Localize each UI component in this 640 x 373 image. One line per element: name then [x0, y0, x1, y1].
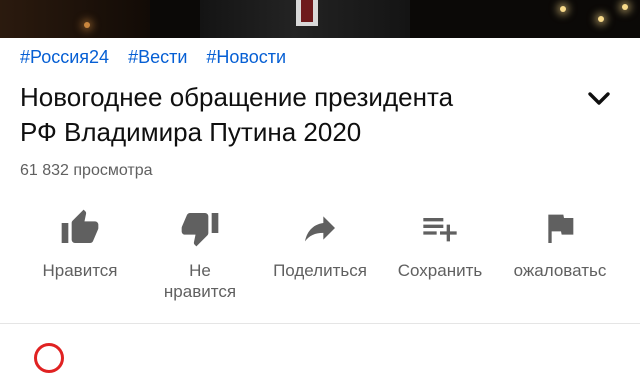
dislike-label-line: нравится: [163, 282, 237, 301]
video-bokeh-light: [598, 16, 604, 22]
dislike-label-line: Не: [189, 261, 211, 280]
video-title[interactable]: Новогоднее обращение президента РФ Влади…: [20, 80, 570, 150]
dislike-label: Не нравится: [150, 260, 250, 302]
report-button[interactable]: ожаловатьс: [502, 208, 618, 304]
like-label: Нравится: [42, 261, 118, 280]
video-title-line: Новогоднее обращение президента: [20, 82, 454, 112]
hashtag-link[interactable]: #Вести: [128, 47, 187, 69]
video-bokeh-light: [622, 4, 628, 10]
video-player-strip[interactable]: [0, 0, 640, 38]
like-button[interactable]: Нравится: [28, 208, 132, 304]
chevron-down-icon: [588, 92, 610, 105]
hashtag-link[interactable]: #Россия24: [20, 47, 109, 69]
video-background: [0, 0, 150, 38]
dislike-button[interactable]: Не нравится: [150, 208, 250, 304]
share-button[interactable]: Поделиться: [262, 208, 378, 304]
video-bokeh-light: [560, 6, 566, 12]
section-divider: [0, 323, 640, 324]
share-label: Поделиться: [273, 261, 367, 280]
video-bokeh-light: [84, 22, 90, 28]
video-figure-tie: [301, 0, 313, 22]
expand-description-button[interactable]: [583, 86, 615, 112]
view-count: 61 832 просмотра: [20, 162, 153, 179]
video-title-line: РФ Владимира Путина 2020: [20, 117, 362, 147]
thumbs-down-icon: [181, 213, 219, 247]
report-label: ожаловатьс: [513, 261, 607, 280]
playlist-add-icon: [423, 218, 457, 242]
save-button[interactable]: Сохранить: [388, 208, 492, 304]
save-label: Сохранить: [397, 261, 483, 280]
channel-avatar[interactable]: [34, 343, 64, 373]
flag-icon: [548, 214, 574, 243]
thumbs-up-icon: [61, 209, 99, 243]
hashtag-row: #Россия24 #Вести #Новости: [20, 47, 305, 69]
hashtag-link[interactable]: #Новости: [206, 47, 286, 69]
share-arrow-icon: [305, 216, 335, 242]
